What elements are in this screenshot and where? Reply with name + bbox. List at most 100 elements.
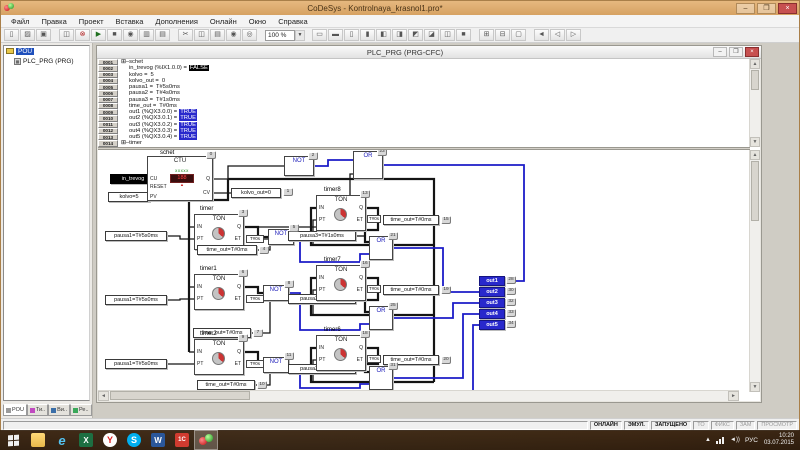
run-button[interactable]: ▶ — [91, 29, 106, 41]
cfc-horizontal-scrollbar[interactable]: ◄ ► — [98, 390, 739, 401]
minimize-button[interactable]: – — [736, 2, 755, 14]
taskbar-explorer[interactable] — [26, 430, 50, 450]
breakpoint-button[interactable]: ◉ — [123, 29, 138, 41]
cfc-canvas[interactable]: in_trevog kolvo=5 CTU CU RESET PV Q CV x… — [98, 150, 750, 392]
scroll-up-icon[interactable]: ▲ — [750, 59, 760, 69]
output-box-out3[interactable]: out3 — [479, 298, 505, 308]
scroll-right-icon[interactable]: ► — [728, 391, 739, 401]
start-button[interactable] — [0, 430, 26, 450]
open-file-button[interactable]: ▨ — [20, 29, 35, 41]
value-out5[interactable]: TRUE — [179, 134, 197, 141]
taskbar-1c[interactable]: 1С — [170, 430, 194, 450]
input-box-pausa3[interactable]: pausa3=T#1s0ms — [288, 231, 356, 241]
output-box-time-out[interactable]: time_out=T#0ms — [197, 245, 257, 255]
step-in-button[interactable]: ▤ — [155, 29, 170, 41]
cut-button[interactable]: ✂ — [178, 29, 193, 41]
zoom-dropdown-icon[interactable]: ▼ — [295, 29, 305, 41]
taskbar-ie[interactable]: e — [50, 430, 74, 450]
value-pausa3[interactable]: T#1s0ms — [155, 97, 181, 103]
ton-block-timer6[interactable]: TON IN PT Q ET — [316, 335, 366, 371]
input-box-kolvo[interactable]: kolvo=5 — [108, 192, 150, 202]
output-box-out4[interactable]: out4 — [479, 309, 505, 319]
find-button[interactable]: ◉ — [226, 29, 241, 41]
value-in-trevog[interactable]: FALSE — [188, 65, 209, 72]
value-time-out[interactable]: T#0ms — [158, 103, 178, 109]
value-out3[interactable]: TRUE — [179, 121, 197, 128]
menu-insert[interactable]: Вставка — [110, 17, 150, 26]
align-right-button[interactable]: ◨ — [392, 29, 407, 41]
window-titlebar[interactable]: CoDeSys - Kontrolnaya_krasnol1.pro* – ❐ … — [1, 1, 799, 15]
taskbar-codesys[interactable] — [194, 430, 218, 450]
size-4-button[interactable]: ▮ — [360, 29, 375, 41]
paste-button[interactable]: ▤ — [210, 29, 225, 41]
zoom-in-button[interactable]: ⊞ — [479, 29, 494, 41]
scroll-down-icon[interactable]: ▼ — [750, 382, 760, 392]
ton-block-timer2[interactable]: TON IN PT Q ET — [194, 339, 244, 375]
scroll-up-icon[interactable]: ▲ — [750, 150, 760, 160]
zoom-fit-button[interactable]: ▢ — [511, 29, 526, 41]
taskbar-clock[interactable]: 10:20 03.07.2015 — [764, 433, 794, 447]
order-front-button[interactable]: ◫ — [440, 29, 455, 41]
size-1-button[interactable]: ▭ — [312, 29, 327, 41]
cfc-vertical-scrollbar[interactable]: ▲ ▼ — [749, 150, 760, 392]
go-first-button[interactable]: ◄ — [534, 29, 549, 41]
scroll-down-icon[interactable]: ▼ — [750, 137, 760, 147]
editor-titlebar[interactable]: PLC_PRG (PRG-CFC) – ❐ × — [97, 46, 761, 59]
output-box-kolvo-out[interactable]: kolvo_out=0 — [231, 188, 281, 198]
zoom-input[interactable]: 100 % — [265, 29, 295, 41]
taskbar-word[interactable]: W — [146, 430, 170, 450]
volume-icon[interactable]: ◄)) — [730, 437, 740, 443]
align-top-button[interactable]: ◩ — [408, 29, 423, 41]
output-box-out2[interactable]: out2 — [479, 287, 505, 297]
value-pausa1[interactable]: T#5s0ms — [155, 84, 181, 90]
menu-extras[interactable]: Дополнения — [149, 17, 203, 26]
ton-block-timer7[interactable]: TON IN PT Q ET — [316, 265, 366, 301]
menu-file[interactable]: Файл — [5, 17, 35, 26]
output-box-time-out[interactable]: time_out=T#0ms — [197, 380, 255, 390]
stop-button[interactable]: ■ — [107, 29, 122, 41]
zoom-out-button[interactable]: ⊟ — [495, 29, 510, 41]
input-box-pausa1[interactable]: pausa1=T#5s0ms — [105, 231, 167, 241]
tray-chevron-icon[interactable]: ▲ — [705, 437, 711, 443]
scroll-left-icon[interactable]: ◄ — [98, 391, 109, 401]
align-bottom-button[interactable]: ◪ — [424, 29, 439, 41]
maximize-button[interactable]: ❐ — [757, 2, 776, 14]
network-icon[interactable] — [716, 436, 725, 444]
taskbar-yandex[interactable]: Y — [98, 430, 122, 450]
tab-data-types[interactable]: Ти.. — [26, 404, 49, 416]
login-button[interactable]: ◫ — [59, 29, 74, 41]
output-box-time-out[interactable]: time_out=T#0ms — [383, 215, 439, 225]
language-indicator[interactable]: РУС — [745, 437, 758, 444]
declaration-row[interactable]: 0014 ⊞–timer — [98, 140, 750, 147]
tab-visualizations[interactable]: Ви.. — [48, 404, 70, 416]
save-file-button[interactable]: ▣ — [36, 29, 51, 41]
go-next-button[interactable]: ▷ — [566, 29, 581, 41]
value-out2[interactable]: TRUE — [179, 115, 197, 122]
tab-resources[interactable]: Ре.. — [69, 404, 92, 416]
align-left-button[interactable]: ◧ — [376, 29, 391, 41]
value-out4[interactable]: TRUE — [179, 127, 197, 134]
menu-project[interactable]: Проект — [73, 17, 110, 26]
value-kolvo[interactable]: 5 — [150, 72, 155, 78]
menu-online[interactable]: Онлайн — [204, 17, 243, 26]
input-box-pausa1[interactable]: pausa1=T#5s0ms — [105, 359, 167, 369]
menu-help[interactable]: Справка — [272, 17, 313, 26]
copy-button[interactable]: ◫ — [194, 29, 209, 41]
close-button[interactable]: × — [778, 2, 797, 14]
step-over-button[interactable]: ▥ — [139, 29, 154, 41]
editor-minimize-button[interactable]: – — [713, 47, 727, 57]
new-file-button[interactable]: ▯ — [4, 29, 19, 41]
tab-pou[interactable]: POU — [3, 404, 27, 416]
output-box-out1[interactable]: out1 — [479, 276, 505, 286]
size-3-button[interactable]: ▯ — [344, 29, 359, 41]
ton-block-timer1[interactable]: TON IN PT Q ET — [194, 274, 244, 310]
ctu-block-schet[interactable]: CTU CU RESET PV Q CV xxxxx 188 ▲ — [147, 156, 213, 201]
menu-edit[interactable]: Правка — [35, 17, 72, 26]
value-kolvo-out[interactable]: 0 — [161, 78, 166, 84]
logout-button[interactable]: ⊗ — [75, 29, 90, 41]
editor-close-button[interactable]: × — [745, 47, 759, 57]
value-out1[interactable]: TRUE — [179, 109, 197, 116]
output-box-out5[interactable]: out5 — [479, 320, 505, 330]
editor-maximize-button[interactable]: ❐ — [729, 47, 743, 57]
ton-block-timer8[interactable]: TON IN PT Q ET — [316, 195, 366, 231]
